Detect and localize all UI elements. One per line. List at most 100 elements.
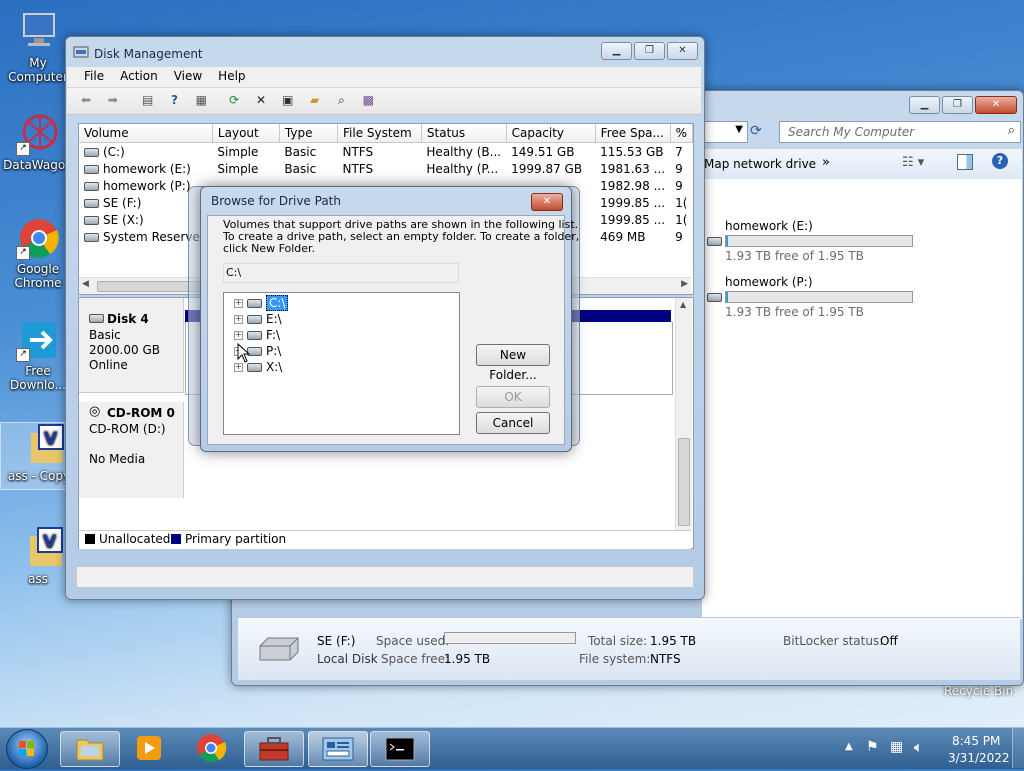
menu-view[interactable]: View: [166, 69, 210, 83]
menu-help[interactable]: Help: [210, 69, 253, 83]
scroll-left-icon[interactable]: ◀: [82, 279, 89, 289]
minimize-icon[interactable]: ▁: [909, 96, 940, 114]
ok-button[interactable]: OK: [476, 386, 550, 408]
help-book-icon[interactable]: ?: [165, 92, 183, 108]
percent-cell: 7: [675, 144, 683, 159]
datawagon-icon: ↗: [16, 112, 60, 156]
show-desktop-button[interactable]: [1012, 728, 1024, 768]
free-cell: 469 MB: [600, 229, 646, 244]
dialog-close-button[interactable]: ✕: [531, 193, 563, 211]
disk-mgmt-title-buttons: ▁ ❐ ✕: [601, 42, 698, 60]
view-options-icon[interactable]: ☷ ▾: [902, 155, 924, 170]
expand-icon[interactable]: +: [234, 363, 243, 372]
tree-item-e[interactable]: + E:\: [234, 311, 282, 327]
maximize-icon[interactable]: ❐: [634, 42, 665, 60]
col-free-space[interactable]: Free Spa...: [595, 124, 671, 143]
col-type[interactable]: Type: [279, 124, 339, 143]
col-percent[interactable]: %: [670, 124, 693, 143]
back-arrow-icon[interactable]: ⬅: [77, 92, 95, 108]
preview-pane-icon[interactable]: [957, 154, 973, 170]
drive-tree[interactable]: + C:\ + E:\ + F:\ + P:\ + X:\: [223, 292, 460, 435]
map-network-drive-button[interactable]: Map network drive: [704, 157, 816, 171]
address-bar[interactable]: ▼: [702, 121, 748, 143]
windows-logo-icon: [19, 741, 34, 756]
console-tree-icon[interactable]: ▤: [139, 92, 157, 108]
drive-free: 1.93 TB free of 1.95 TB: [725, 249, 864, 263]
command-prompt-icon: [385, 737, 415, 761]
col-capacity[interactable]: Capacity: [506, 124, 596, 143]
properties-pane-icon[interactable]: ▦: [192, 92, 210, 108]
drive-icon: [84, 232, 99, 242]
volume-header-row: Volume Layout Type File System Status Ca…: [79, 124, 693, 143]
status-cell: Healthy (P...: [426, 161, 499, 176]
chevron-down-icon[interactable]: ▼: [735, 124, 743, 135]
expand-icon[interactable]: +: [234, 299, 243, 308]
taskbar-command-prompt[interactable]: [370, 731, 430, 767]
taskbar-disk-management[interactable]: [308, 731, 368, 767]
minimize-icon[interactable]: ▁: [601, 42, 632, 60]
tree-item-c[interactable]: + C:\: [234, 295, 289, 311]
taskbar-chrome[interactable]: [182, 731, 240, 765]
col-layout[interactable]: Layout: [212, 124, 280, 143]
delete-icon[interactable]: ✕: [252, 92, 270, 108]
volume-name: SE (X:): [103, 212, 144, 227]
properties-icon[interactable]: ▣: [279, 92, 297, 108]
expand-icon[interactable]: +: [234, 331, 243, 340]
new-folder-button[interactable]: New Folder...: [476, 344, 550, 382]
menu-action[interactable]: Action: [112, 69, 166, 83]
more-commands-button[interactable]: »: [822, 155, 830, 170]
open-folder-icon[interactable]: ▰: [306, 92, 324, 108]
recycle-bin-label[interactable]: Recycle Bin: [944, 684, 1013, 698]
network-icon[interactable]: ▦: [890, 739, 903, 755]
help-icon[interactable]: ?: [992, 153, 1008, 169]
status-bar: [76, 566, 694, 588]
filesystem-value: NTFS: [650, 652, 681, 666]
scroll-thumb[interactable]: [97, 281, 199, 292]
clock-time[interactable]: 8:45 PM: [952, 734, 1000, 748]
table-row[interactable]: (C:) Simple Basic NTFS Healthy (B... 149…: [79, 143, 693, 161]
refresh-icon[interactable]: ⟳: [225, 92, 243, 108]
col-filesystem[interactable]: File System: [337, 124, 422, 143]
show-hidden-icons[interactable]: ▲: [845, 741, 853, 752]
clock-date[interactable]: 3/31/2022: [948, 751, 1010, 765]
disk4-state: Online: [89, 358, 128, 372]
refresh-icon[interactable]: ⟳: [750, 123, 762, 139]
drive-tile-e[interactable]: homework (E:) 1.93 TB free of 1.95 TB: [707, 217, 927, 263]
maximize-icon[interactable]: ❐: [942, 96, 973, 114]
col-volume[interactable]: Volume: [79, 124, 213, 143]
settings-icon[interactable]: ▩: [359, 92, 377, 108]
taskbar-explorer[interactable]: [60, 731, 120, 767]
scroll-up-icon[interactable]: ▲: [680, 300, 686, 309]
cancel-button[interactable]: Cancel: [476, 412, 550, 434]
expand-icon[interactable]: +: [234, 315, 243, 324]
search-icon[interactable]: ⌕: [1008, 123, 1015, 138]
drive-tile-p[interactable]: homework (P:) 1.93 TB free of 1.95 TB: [707, 273, 927, 319]
close-icon[interactable]: ✕: [667, 42, 698, 60]
disk4-label-box[interactable]: Disk 4 Basic 2000.00 GB Online: [79, 298, 184, 393]
scroll-right-icon[interactable]: ▶: [681, 279, 688, 289]
action-center-flag-icon[interactable]: ⚑: [866, 739, 879, 755]
chrome-icon: ↗: [16, 216, 60, 260]
filesystem-cell: NTFS: [342, 144, 374, 159]
search-input[interactable]: Search My Computer ⌕: [779, 121, 1021, 143]
start-button[interactable]: [6, 729, 48, 769]
scroll-thumb[interactable]: [678, 438, 690, 526]
capacity-cell: 1999.87 GB: [511, 161, 583, 176]
search-icon[interactable]: ⌕: [332, 92, 350, 108]
table-row[interactable]: homework (E:) Simple Basic NTFS Healthy …: [79, 160, 693, 177]
close-icon[interactable]: ✕: [975, 96, 1017, 114]
toolbox-icon: [259, 737, 289, 761]
drive-icon: [707, 293, 722, 302]
tree-item-f[interactable]: + F:\: [234, 327, 280, 343]
vertical-scrollbar[interactable]: ▲: [675, 298, 692, 530]
col-status[interactable]: Status: [421, 124, 507, 143]
cdrom-label-box[interactable]: ◎ CD-ROM 0 CD-ROM (D:) No Media: [79, 402, 184, 498]
desktop-icon-label: ass - Copy: [7, 469, 71, 483]
volume-icon[interactable]: 🔈︎: [914, 738, 923, 756]
volume-name: (C:): [103, 144, 125, 159]
taskbar-toolbox[interactable]: [244, 731, 304, 767]
browse-drive-path-dialog: Browse for Drive Path ✕ Volumes that sup…: [200, 186, 579, 452]
forward-arrow-icon[interactable]: ➡: [104, 92, 122, 108]
taskbar-media-player[interactable]: [120, 731, 178, 765]
menu-file[interactable]: File: [76, 69, 112, 83]
